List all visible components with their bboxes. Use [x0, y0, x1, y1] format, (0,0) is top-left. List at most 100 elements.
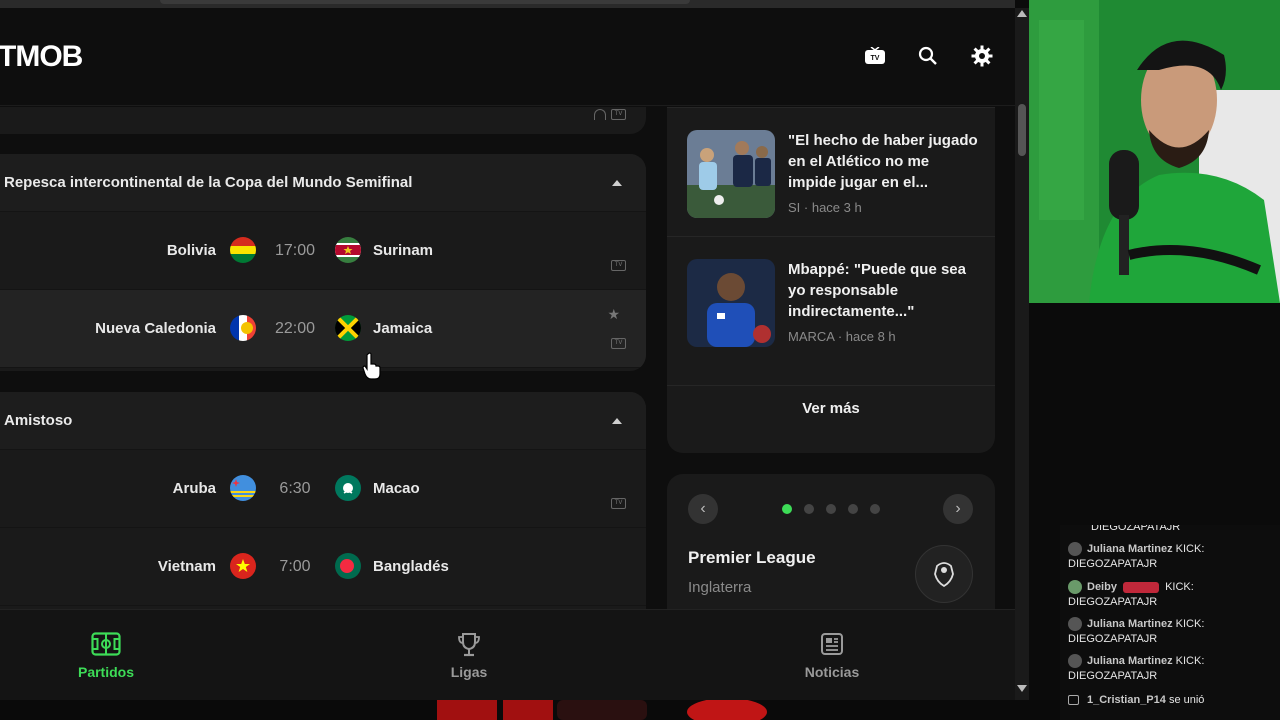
match-row[interactable]: Vietnam 7:00 Bangladés [0, 528, 646, 606]
chat-user: 1_Cristian_P14 [1087, 694, 1166, 706]
search-icon[interactable] [916, 44, 940, 68]
carousel-dot[interactable] [782, 504, 792, 514]
join-icon [1068, 695, 1079, 706]
trophy-icon [409, 632, 529, 658]
news-column: "El hecho de haber jugado en el Atlético… [667, 107, 995, 609]
vietnam-flag-icon [230, 553, 256, 579]
previous-group-card: TV [0, 107, 646, 134]
group-card-repesca: Repesca intercontinental de la Copa del … [0, 154, 646, 371]
chat-message: 1_Cristian_P14 se unió [1068, 693, 1273, 708]
news-thumbnail [687, 259, 775, 347]
scroll-thumb[interactable] [1018, 104, 1026, 156]
nav-noticias[interactable]: Noticias [772, 632, 892, 680]
webcam-overlay [1029, 0, 1280, 303]
app-logo: TMOB [0, 40, 83, 73]
carousel-dot[interactable] [804, 504, 814, 514]
home-team: Aruba [172, 480, 216, 497]
news-item[interactable]: Mbappé: "Puede que sea yo responsable in… [667, 236, 995, 364]
carousel-prev-button[interactable]: ‹ [688, 494, 718, 524]
collapse-caret-icon[interactable] [612, 417, 622, 424]
home-team: Nueva Caledonia [95, 320, 216, 337]
tv-icon[interactable]: TV [863, 44, 887, 68]
avatar [1068, 617, 1082, 632]
ver-mas-link[interactable]: Ver más [667, 385, 995, 433]
match-time: 6:30 [279, 480, 311, 497]
bottom-nav: Partidos Ligas Noticias [0, 609, 1015, 700]
chat-user: Juliana Martinez [1087, 655, 1173, 667]
group-title: Amistoso [4, 412, 73, 429]
chat-message: Deiby KICK: DIEGOZAPATAJR [1068, 580, 1273, 610]
news-meta: MARCA · hace 8 h [788, 329, 896, 344]
match-row[interactable]: Aruba 6:30 Macao TV [0, 450, 646, 528]
league-logo-icon[interactable] [915, 545, 973, 603]
avatar [1068, 542, 1082, 557]
overlay-bottom-strip [0, 700, 1060, 720]
mouse-cursor-icon [362, 352, 382, 385]
news-meta: SI · hace 3 h [788, 200, 862, 215]
newspaper-icon [772, 632, 892, 658]
browser-tab[interactable] [160, 0, 690, 4]
league-country: Inglaterra [688, 579, 752, 596]
chat-user: Juliana Martinez [1087, 543, 1173, 555]
scroll-up-arrow-icon[interactable] [1017, 10, 1027, 17]
group-header[interactable]: Repesca intercontinental de la Copa del … [0, 154, 646, 212]
tv-badge-icon: TV [611, 498, 626, 509]
group-header[interactable]: Amistoso [0, 392, 646, 450]
gear-icon[interactable] [970, 44, 994, 68]
group-card-amistoso: Amistoso Aruba 6:30 Macao TV Vietnam 7:0… [0, 392, 646, 609]
nav-partidos[interactable]: Partidos [46, 632, 166, 680]
scrollbar[interactable] [1015, 8, 1029, 700]
news-title: "El hecho de haber jugado en el Atlético… [788, 132, 978, 191]
league-carousel-card: ‹ › Premier League Inglaterra [667, 474, 995, 609]
match-time: 17:00 [274, 242, 316, 259]
subscriber-badge [1123, 581, 1160, 593]
match-time: 22:00 [274, 320, 316, 337]
bolivia-flag-icon [230, 237, 256, 263]
matches-column: TV Repesca intercontinental de la Copa d… [0, 107, 655, 609]
chat-panel: DIEGOZAPATAJR Juliana Martinez KICK: DIE… [1060, 525, 1280, 720]
nav-label: Noticias [804, 664, 860, 680]
chat-message: Juliana Martinez KICK: DIEGOZAPATAJR [1068, 542, 1273, 572]
scroll-down-arrow-icon[interactable] [1017, 685, 1027, 692]
league-name: Premier League [688, 548, 816, 567]
home-team: Vietnam [157, 558, 216, 575]
bangladesh-flag-icon [335, 553, 361, 579]
pitch-icon [46, 632, 166, 658]
nav-label: Partidos [77, 664, 134, 680]
chat-message: DIEGOZAPATAJR [1091, 525, 1280, 535]
news-title: Mbappé: "Puede que sea yo responsable in… [788, 261, 966, 320]
chat-user: Juliana Martinez [1087, 618, 1173, 630]
chat-message: Juliana Martinez KICK: DIEGOZAPATAJR [1068, 654, 1273, 684]
new-caledonia-flag-icon [230, 315, 256, 341]
nav-label: Ligas [450, 664, 488, 680]
away-team: Surinam [373, 242, 434, 259]
home-team: Bolivia [166, 242, 216, 259]
chat-user: Deiby [1087, 581, 1117, 593]
svg-text:TV: TV [871, 55, 880, 62]
stream-logo-overlay [437, 700, 767, 720]
carousel-dot[interactable] [870, 504, 880, 514]
jamaica-flag-icon [335, 315, 361, 341]
chat-text: DIEGOZAPATAJR [1091, 525, 1181, 533]
tv-badge-icon: TV [611, 338, 626, 349]
app-header: TMOB TV [0, 8, 1015, 106]
avatar [1068, 654, 1082, 669]
match-time: 7:00 [279, 558, 311, 575]
nav-ligas[interactable]: Ligas [409, 632, 529, 680]
collapse-caret-icon[interactable] [612, 179, 622, 186]
carousel-dot[interactable] [848, 504, 858, 514]
away-team: Bangladés [373, 558, 449, 575]
app-window: TMOB TV TV Repesca intercontinental de l… [0, 0, 1015, 700]
avatar [1068, 580, 1082, 595]
tv-badge-icon: TV [611, 260, 626, 271]
carousel-dot[interactable] [826, 504, 836, 514]
news-item[interactable]: "El hecho de haber jugado en el Atlético… [667, 107, 995, 235]
match-row[interactable]: Bolivia 17:00 Surinam TV [0, 212, 646, 290]
news-card: "El hecho de haber jugado en el Atlético… [667, 107, 995, 453]
match-row[interactable]: Nueva Caledonia 22:00 Jamaica ★ TV [0, 290, 646, 368]
aruba-flag-icon [230, 475, 256, 501]
news-thumbnail [687, 130, 775, 218]
chat-message: Juliana Martinez KICK: DIEGOZAPATAJR [1068, 617, 1273, 647]
carousel-next-button[interactable]: › [943, 494, 973, 524]
favorite-star-icon[interactable]: ★ [607, 306, 620, 323]
